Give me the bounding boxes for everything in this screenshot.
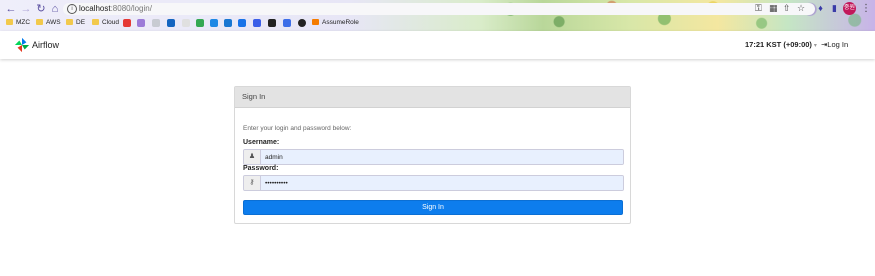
airflow-logo-icon[interactable] [13, 37, 31, 53]
url-text[interactable]: localhost:8080/login/ [79, 3, 152, 15]
username-label: Username: [243, 139, 280, 146]
panel-heading: Sign In [235, 87, 630, 108]
key-icon[interactable]: ⚿ [755, 3, 762, 15]
aws-icon [312, 19, 319, 25]
timezone-dropdown[interactable]: 17:21 KST (+09:00) ▾ [745, 40, 817, 51]
user-icon: ♟ [244, 150, 261, 164]
menu-dots-icon[interactable]: ⋮ [861, 3, 871, 15]
panel-title: Sign In [242, 92, 266, 101]
bookmarks-bar: MZC AWS DE Cloud AssumeRole [0, 16, 875, 30]
youtube-icon[interactable] [123, 19, 131, 27]
login-panel: Sign In Enter your login and password be… [234, 86, 631, 224]
bookmark-icon[interactable] [152, 19, 160, 27]
browser-chrome: ← → ↻ ⌂ i localhost:8080/login/ ⚿ ▦ ⇧ ☆ … [0, 0, 875, 31]
bookmark-star-icon[interactable]: ☆ [797, 3, 805, 15]
login-hint: Enter your login and password below: [243, 125, 352, 132]
drive-icon[interactable] [196, 19, 204, 27]
username-group: ♟ [243, 149, 624, 165]
password-input[interactable] [261, 176, 623, 190]
github-icon[interactable] [298, 19, 306, 27]
folder-icon [6, 19, 13, 25]
bookmark-folder-de[interactable]: DE [66, 17, 85, 29]
translate-icon[interactable]: ▦ [769, 3, 778, 15]
back-icon[interactable]: ← [5, 3, 17, 15]
key-icon: ⚷ [244, 176, 261, 190]
bookmark-icon[interactable] [137, 19, 145, 27]
bookmark-folder-aws[interactable]: AWS [36, 17, 61, 29]
address-bar[interactable]: i localhost:8080/login/ [63, 3, 815, 15]
gmail-icon[interactable] [182, 19, 190, 27]
folder-icon [36, 19, 43, 25]
extensions-icon[interactable]: ♦ [815, 3, 826, 14]
bookmark-icon[interactable] [238, 19, 246, 27]
reload-icon[interactable]: ↻ [35, 3, 47, 15]
chevron-down-icon: ▾ [813, 43, 817, 49]
bookmark-icon[interactable] [268, 19, 276, 27]
profile-avatar[interactable]: 중원 [843, 2, 856, 15]
brand-name[interactable]: Airflow [32, 39, 59, 51]
bookmark-icon[interactable] [224, 19, 232, 27]
username-input[interactable] [261, 150, 623, 164]
password-label: Password: [243, 165, 279, 172]
bookmark-folder-cloud[interactable]: Cloud [92, 17, 119, 29]
bookmark-icon[interactable] [167, 19, 175, 27]
side-panel-icon[interactable]: ▮ [829, 3, 840, 14]
bookmark-assumerole[interactable]: AssumeRole [312, 17, 359, 29]
home-icon[interactable]: ⌂ [49, 3, 61, 15]
app-navbar: Airflow 17:21 KST (+09:00) ▾ ⇥Log In [0, 31, 875, 59]
bookmark-icon[interactable] [283, 19, 291, 27]
login-link[interactable]: ⇥Log In [821, 40, 848, 50]
folder-icon [92, 19, 99, 25]
bookmark-icon[interactable] [210, 19, 218, 27]
password-group: ⚷ [243, 175, 624, 191]
bookmark-icon[interactable] [253, 19, 261, 27]
share-icon[interactable]: ⇧ [783, 3, 791, 15]
folder-icon [66, 19, 73, 25]
sign-in-button[interactable]: Sign In [243, 200, 623, 215]
forward-icon[interactable]: → [20, 3, 32, 15]
site-info-icon[interactable]: i [67, 4, 77, 14]
bookmark-folder-mzc[interactable]: MZC [6, 17, 30, 29]
